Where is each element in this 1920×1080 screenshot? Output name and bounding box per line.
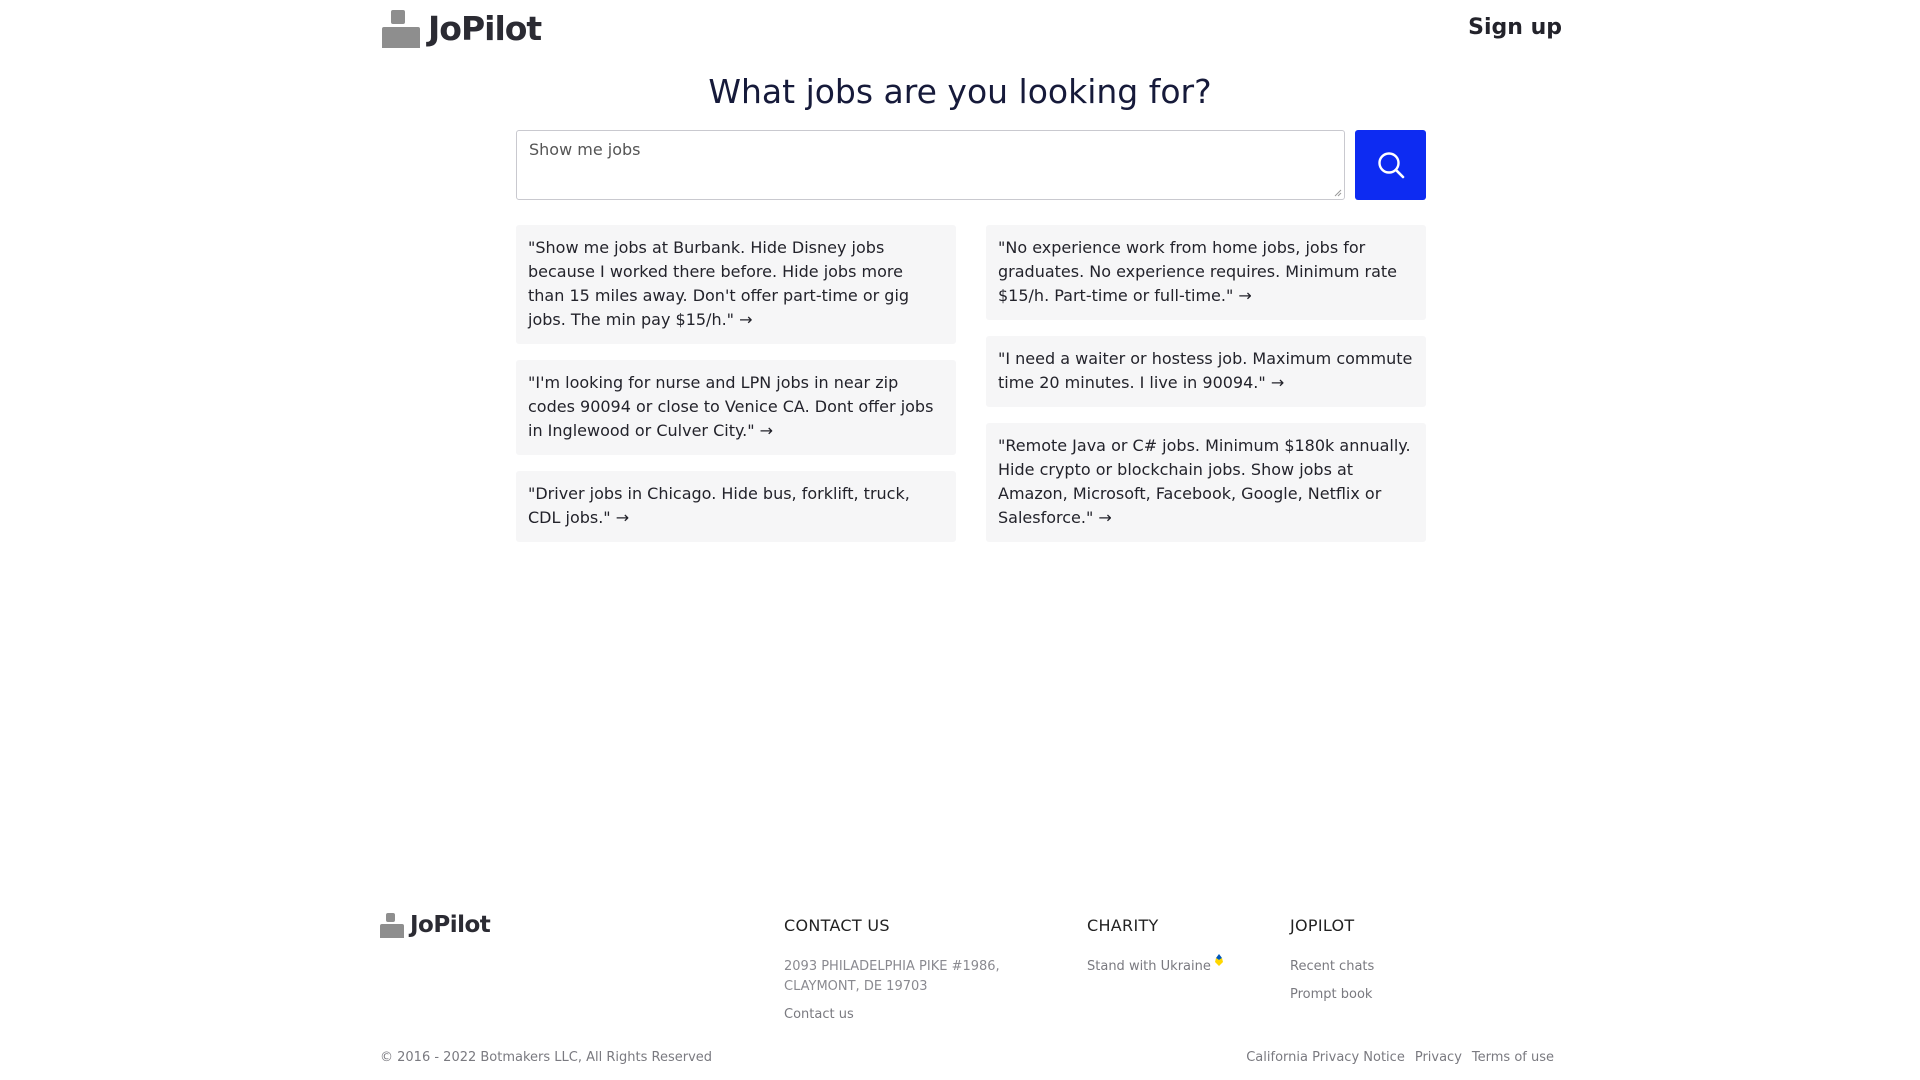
footer-charity-section: CHARITY Stand with Ukraine [1087, 916, 1225, 985]
logo-link[interactable]: JoPilot [382, 9, 542, 48]
contact-heading: CONTACT US [784, 916, 890, 935]
footer-jopilot-section: JOPILOT Recent chats Prompt book [1290, 916, 1374, 1013]
person-logo-icon [380, 913, 404, 938]
copyright-text: © 2016 - 2022 Botmakers LLC, All Rights … [380, 1050, 713, 1065]
contact-us-link[interactable]: Contact us [784, 1005, 1074, 1025]
search-button[interactable] [1355, 130, 1426, 200]
footer-contact-section: CONTACT US 2093 PHILADELPHIA PIKE #1986,… [784, 916, 1074, 1033]
example-prompt-card[interactable]: "Remote Java or C# jobs. Minimum $180k a… [986, 423, 1426, 542]
terms-of-use-link[interactable]: Terms of use [1472, 1050, 1554, 1065]
prompt-book-link[interactable]: Prompt book [1290, 985, 1374, 1005]
sign-up-link[interactable]: Sign up [1468, 15, 1562, 40]
ukraine-flag-icon [1214, 954, 1223, 966]
search-icon [1377, 152, 1404, 179]
legal-links: California Privacy Notice Privacy Terms … [1246, 1050, 1554, 1065]
example-prompt-card[interactable]: "Driver jobs in Chicago. Hide bus, forkl… [516, 471, 956, 542]
logo-text: JoPilot [428, 9, 542, 48]
resize-grip-icon[interactable] [1334, 189, 1342, 197]
contact-address: 2093 PHILADELPHIA PIKE #1986, CLAYMONT, … [784, 959, 1000, 994]
example-prompt-card[interactable]: "I'm looking for nurse and LPN jobs in n… [516, 360, 956, 455]
example-prompt-card[interactable]: "Show me jobs at Burbank. Hide Disney jo… [516, 225, 956, 344]
example-prompt-card[interactable]: "No experience work from home jobs, jobs… [986, 225, 1426, 320]
stand-with-ukraine-link[interactable]: Stand with Ukraine [1087, 954, 1225, 977]
job-search-input[interactable] [517, 131, 1344, 199]
privacy-link[interactable]: Privacy [1415, 1050, 1462, 1065]
example-prompt-card[interactable]: "I need a waiter or hostess job. Maximum… [986, 336, 1426, 407]
page-title: What jobs are you looking for? [708, 72, 1212, 111]
footer-logo-link[interactable]: JoPilot [380, 912, 491, 938]
jopilot-heading: JOPILOT [1290, 916, 1355, 935]
example-column-right: "No experience work from home jobs, jobs… [986, 225, 1426, 542]
header: JoPilot Sign up [0, 0, 1920, 70]
stand-with-ukraine-label: Stand with Ukraine [1087, 959, 1211, 974]
person-logo-icon [382, 10, 420, 48]
charity-heading: CHARITY [1087, 916, 1159, 935]
example-column-left: "Show me jobs at Burbank. Hide Disney jo… [516, 225, 956, 542]
california-privacy-notice-link[interactable]: California Privacy Notice [1246, 1050, 1405, 1065]
footer-logo-text: JoPilot [410, 912, 491, 938]
footer: JoPilot CONTACT US 2093 PHILADELPHIA PIK… [0, 900, 1920, 1080]
search-field-container [516, 130, 1345, 200]
example-prompts: "Show me jobs at Burbank. Hide Disney jo… [516, 225, 1426, 542]
recent-chats-link[interactable]: Recent chats [1290, 957, 1374, 977]
